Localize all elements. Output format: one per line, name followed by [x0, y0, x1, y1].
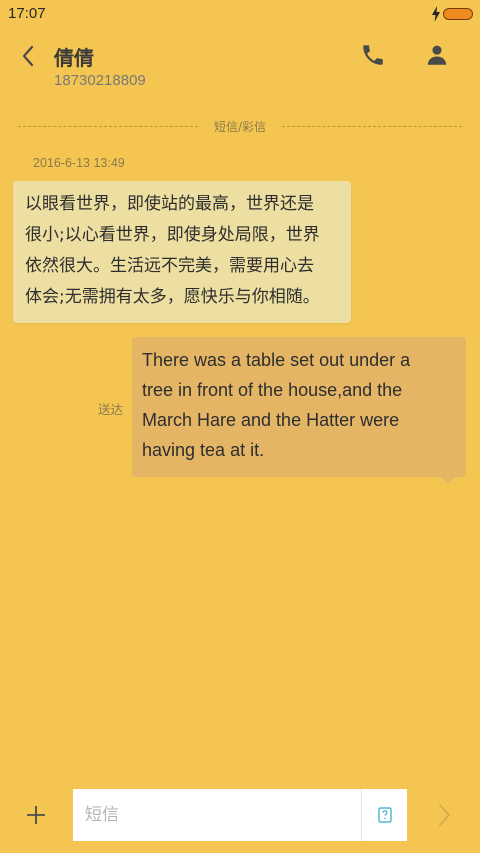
message-type-divider: 短信/彩信	[213, 120, 267, 134]
call-button[interactable]	[360, 42, 386, 68]
divider-line-right	[282, 126, 462, 127]
divider-line-left	[18, 126, 198, 127]
message-line: March Hare and the Hatter were	[142, 410, 400, 430]
message-input[interactable]	[73, 789, 361, 841]
send-button[interactable]	[432, 801, 456, 829]
plus-icon	[27, 806, 45, 824]
contact-number: 18730218809	[54, 72, 146, 89]
back-button[interactable]	[14, 41, 42, 71]
back-arrow-icon	[22, 45, 34, 67]
status-time: 17:07	[8, 5, 46, 22]
template-button[interactable]	[361, 789, 407, 841]
bubble-tail	[441, 477, 455, 484]
message-timestamp: 2016-6-13 13:49	[33, 156, 125, 170]
incoming-message-bubble[interactable]: 以眼看世界，即使站的最高，世界还是 很小;以心看世界，即使身处局限，世界 依然很…	[13, 181, 351, 323]
message-line: having tea at it.	[142, 440, 265, 460]
status-bar: 17:07	[0, 0, 480, 28]
message-line: 很小;以心看世界，即使身处局限，世界	[25, 225, 320, 245]
outgoing-message-bubble[interactable]: There was a table set out under a tree i…	[132, 337, 466, 477]
message-line: 依然很大。生活远不完美，需要用心去	[25, 256, 314, 276]
message-line: 以眼看世界，即使站的最高，世界还是	[25, 194, 314, 214]
sms-template-icon	[377, 807, 392, 823]
add-attachment-button[interactable]	[22, 801, 50, 829]
delivery-status: 送达	[98, 402, 124, 417]
phone-icon	[363, 45, 383, 65]
send-chevron-icon	[439, 804, 450, 826]
message-line: There was a table set out under a	[142, 350, 411, 370]
contact-name: 倩倩	[54, 46, 94, 70]
charging-bolt-icon	[432, 6, 440, 22]
person-icon	[427, 45, 447, 65]
message-line: 体会;无需拥有太多，愿快乐与你相随。	[25, 287, 320, 307]
message-line: tree in front of the house,and the	[142, 380, 403, 400]
battery-icon	[443, 8, 473, 20]
contact-button[interactable]	[424, 42, 450, 68]
